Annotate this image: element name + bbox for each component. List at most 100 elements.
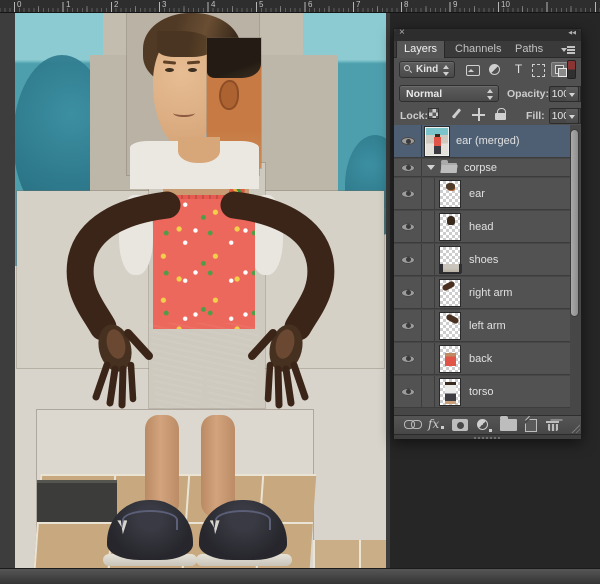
ruler-label: 10 bbox=[501, 0, 510, 9]
layer-thumbnail[interactable] bbox=[439, 378, 461, 406]
canvas-profile-hair bbox=[207, 38, 261, 78]
layer-row-head[interactable]: head bbox=[394, 211, 570, 243]
visibility-toggle[interactable] bbox=[394, 376, 422, 407]
layer-name: right arm bbox=[469, 287, 512, 299]
layer-name: torso bbox=[469, 386, 493, 398]
layer-thumbnail[interactable] bbox=[439, 312, 461, 340]
fill-label: Fill: bbox=[526, 110, 545, 122]
filter-row: Kind T bbox=[394, 59, 581, 82]
filter-smart-objects-icon[interactable] bbox=[551, 62, 568, 77]
layer-row-left-arm[interactable]: left arm bbox=[394, 310, 570, 342]
tab-layers[interactable]: Layers bbox=[396, 41, 445, 58]
panel-header-bar[interactable]: × ◀◀ bbox=[394, 29, 581, 41]
canvas-tile-floor-right bbox=[313, 540, 386, 568]
ruler-label: 1 bbox=[66, 0, 70, 9]
ruler-label: 7 bbox=[356, 0, 360, 9]
lock-position-icon[interactable] bbox=[472, 108, 486, 121]
lock-transparency-icon[interactable] bbox=[428, 108, 439, 119]
lock-row: Lock: Fill: 100% bbox=[394, 106, 581, 125]
ruler-label: 8 bbox=[404, 0, 408, 9]
visibility-toggle[interactable] bbox=[394, 178, 422, 209]
visibility-toggle[interactable] bbox=[394, 343, 422, 374]
new-layer-icon[interactable] bbox=[525, 419, 537, 432]
group-indent-line bbox=[434, 244, 435, 275]
layer-styles-icon[interactable]: fx bbox=[428, 417, 439, 431]
group-indent-line bbox=[434, 277, 435, 308]
opacity-label: Opacity: bbox=[507, 88, 549, 100]
updown-arrows-icon bbox=[443, 65, 450, 76]
link-layers-icon[interactable] bbox=[404, 419, 421, 428]
canvas-eye bbox=[188, 68, 197, 72]
new-adjustment-layer-icon[interactable] bbox=[477, 419, 490, 432]
blend-mode-value: Normal bbox=[406, 88, 442, 100]
panel-resize-gutter[interactable] bbox=[394, 434, 581, 439]
panel-footer-toolbar: fx bbox=[394, 415, 581, 434]
visibility-toggle[interactable] bbox=[394, 244, 422, 275]
group-indent-line bbox=[434, 310, 435, 341]
layer-row-right-arm[interactable]: right arm bbox=[394, 277, 570, 309]
canvas-doormat bbox=[37, 480, 117, 522]
document-canvas[interactable] bbox=[15, 13, 386, 568]
new-group-icon[interactable] bbox=[500, 419, 517, 431]
ruler-label: 2 bbox=[114, 0, 118, 9]
eye-icon bbox=[401, 164, 415, 172]
opacity-dropdown-arrow[interactable] bbox=[566, 86, 579, 102]
close-icon[interactable]: × bbox=[399, 27, 405, 38]
filter-pixel-layers-icon[interactable] bbox=[464, 62, 481, 77]
ruler-label: 9 bbox=[453, 0, 457, 9]
collapse-panel-icon[interactable]: ◀◀ bbox=[568, 30, 576, 36]
layer-row-shoes[interactable]: shoes bbox=[394, 244, 570, 276]
visibility-toggle[interactable] bbox=[394, 310, 422, 341]
layer-thumbnail[interactable] bbox=[439, 213, 461, 241]
ruler-label: 0 bbox=[17, 0, 21, 9]
canvas-neck bbox=[178, 137, 220, 163]
lock-all-icon[interactable] bbox=[494, 108, 508, 121]
horizontal-ruler[interactable]: 0 1 2 3 4 5 6 7 8 9 10 bbox=[0, 0, 600, 13]
adjustment-icon bbox=[477, 419, 488, 430]
visibility-toggle[interactable] bbox=[394, 159, 422, 176]
layer-thumbnail[interactable] bbox=[425, 127, 449, 156]
updown-arrows-icon bbox=[487, 89, 494, 100]
visibility-toggle[interactable] bbox=[394, 125, 422, 157]
panel-menu-icon[interactable] bbox=[561, 46, 575, 54]
filter-kind-label: Kind bbox=[416, 64, 438, 75]
layer-thumbnail[interactable] bbox=[439, 279, 461, 307]
filter-shape-layers-icon[interactable] bbox=[530, 62, 547, 77]
layer-row-ear[interactable]: ear bbox=[394, 178, 570, 210]
layer-row-torso[interactable]: torso bbox=[394, 376, 570, 408]
tab-paths[interactable]: Paths bbox=[508, 41, 550, 58]
panel-resize-grip[interactable] bbox=[570, 423, 580, 433]
layers-list: ear (merged) corpse ear head bbox=[394, 125, 581, 415]
canvas-shoe-trim bbox=[215, 510, 271, 530]
blend-mode-dropdown[interactable]: Normal bbox=[399, 85, 499, 102]
group-indent-line bbox=[434, 376, 435, 407]
lock-label: Lock: bbox=[400, 110, 428, 122]
filter-kind-dropdown[interactable]: Kind bbox=[399, 61, 455, 78]
filter-type-layers-icon[interactable]: T bbox=[510, 62, 527, 77]
layer-row-corpse-group[interactable]: corpse bbox=[394, 159, 570, 177]
eye-icon bbox=[401, 289, 415, 297]
group-expand-caret[interactable] bbox=[427, 165, 435, 170]
panel-tab-bar: Layers Channels Paths bbox=[394, 41, 581, 58]
layers-scrollbar[interactable] bbox=[570, 129, 579, 317]
tab-channels[interactable]: Channels bbox=[448, 41, 508, 58]
filter-on-off-toggle[interactable] bbox=[567, 60, 576, 79]
eye-icon bbox=[401, 223, 415, 231]
layer-thumbnail[interactable] bbox=[439, 246, 461, 274]
ruler-label: 6 bbox=[308, 0, 312, 9]
add-layer-mask-icon[interactable] bbox=[452, 419, 468, 431]
layer-thumbnail[interactable] bbox=[439, 345, 461, 373]
layer-thumbnail[interactable] bbox=[439, 180, 461, 208]
delete-layer-icon[interactable] bbox=[546, 419, 559, 431]
layer-row-ear-merged[interactable]: ear (merged) bbox=[394, 125, 570, 158]
visibility-toggle[interactable] bbox=[394, 277, 422, 308]
canvas-ear bbox=[219, 80, 239, 110]
filter-adjustment-layers-icon[interactable] bbox=[487, 62, 504, 77]
visibility-toggle[interactable] bbox=[394, 211, 422, 242]
lock-pixels-icon[interactable] bbox=[450, 108, 464, 121]
layer-name: ear bbox=[469, 188, 485, 200]
fill-dropdown-arrow[interactable] bbox=[566, 108, 579, 124]
layer-row-back[interactable]: back bbox=[394, 343, 570, 375]
layer-name: back bbox=[469, 353, 492, 365]
photoshop-app: 0 1 2 3 4 5 6 7 8 9 10 bbox=[0, 0, 600, 584]
